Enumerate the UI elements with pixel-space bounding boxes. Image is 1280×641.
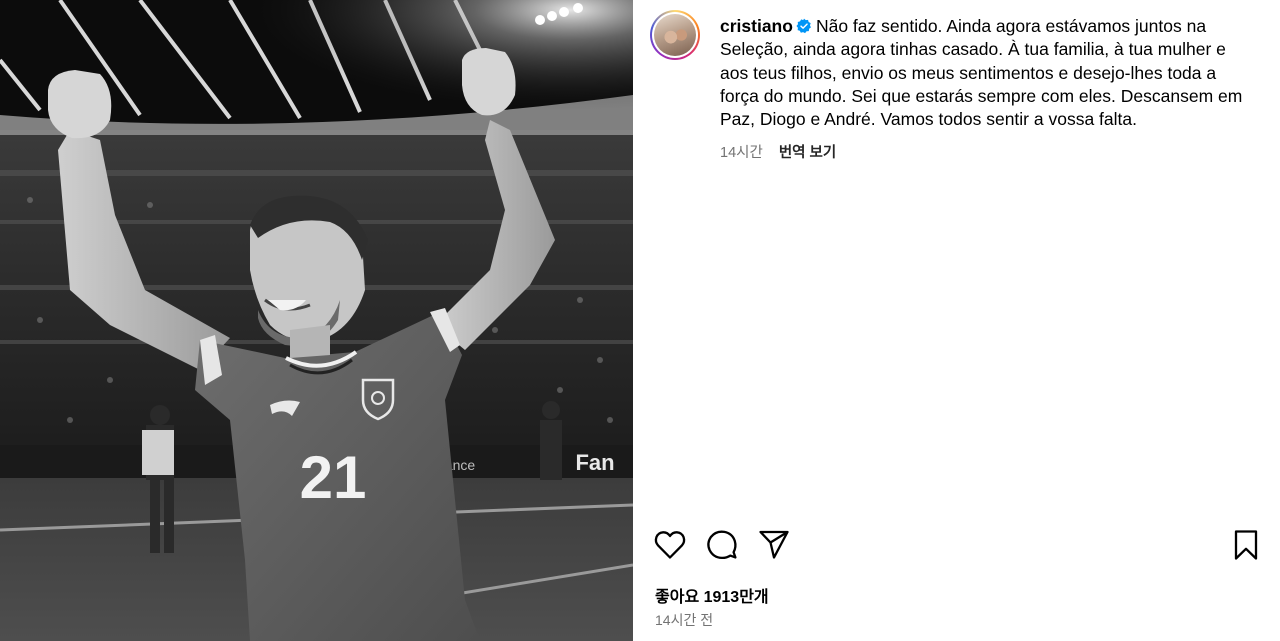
save-button[interactable] xyxy=(1229,528,1263,562)
likes-count[interactable]: 좋아요 1913만개 xyxy=(655,583,769,607)
ad-board-text: Fan xyxy=(575,450,614,475)
avatar-ring xyxy=(652,12,698,58)
share-icon xyxy=(759,530,789,559)
player-celebration-image: Fan ance 21 xyxy=(0,0,633,641)
caption-meta: 14시간 번역 보기 xyxy=(720,141,836,162)
see-translation-button[interactable]: 번역 보기 xyxy=(779,141,836,162)
share-button[interactable] xyxy=(757,528,791,562)
instagram-post: Fan ance 21 cristiano Não faz sentido. A… xyxy=(0,0,1280,641)
jersey-number: 21 xyxy=(300,444,367,511)
avatar-image xyxy=(654,14,696,56)
caption-timestamp[interactable]: 14시간 xyxy=(720,141,763,162)
post-photo[interactable]: Fan ance 21 xyxy=(0,0,633,641)
post-details-panel: cristiano Não faz sentido. Ainda agora es… xyxy=(633,0,1280,641)
username-link[interactable]: cristiano xyxy=(720,16,793,36)
like-button[interactable] xyxy=(653,528,687,562)
action-bar xyxy=(653,528,1263,562)
bookmark-icon xyxy=(1234,530,1258,560)
post-timestamp[interactable]: 14시간 전 xyxy=(655,610,713,630)
verified-badge-icon xyxy=(796,18,811,34)
caption: cristiano Não faz sentido. Ainda agora es… xyxy=(720,15,1250,131)
comment-icon xyxy=(707,530,737,560)
heart-icon xyxy=(654,531,686,559)
comment-button[interactable] xyxy=(705,528,739,562)
avatar[interactable] xyxy=(650,10,700,60)
